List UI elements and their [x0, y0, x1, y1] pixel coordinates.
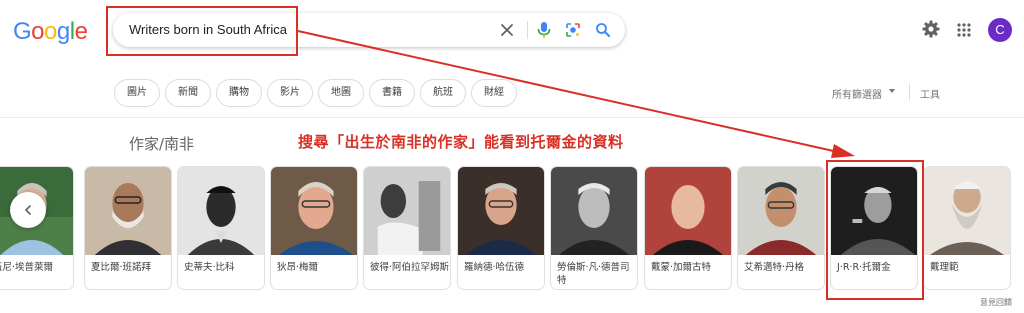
chip-shopping[interactable]: 購物: [216, 79, 262, 107]
chip-flights[interactable]: 航班: [420, 79, 466, 107]
person-card[interactable]: 狄昂·梅爾: [270, 166, 358, 290]
person-name: 艾希邁特·丹格: [744, 262, 805, 273]
person-name: 戴理範: [930, 262, 959, 273]
search-divider: [527, 21, 528, 39]
person-name: 羅納德·哈伍德: [464, 262, 525, 273]
person-photo: [178, 167, 264, 255]
person-card[interactable]: 史蒂夫·比科: [177, 166, 265, 290]
chip-videos[interactable]: 影片: [267, 79, 313, 107]
person-card[interactable]: 彼得·阿伯拉罕姆斯: [363, 166, 451, 290]
tools-divider: [909, 84, 910, 100]
tools-button[interactable]: 工具: [920, 86, 940, 101]
person-card[interactable]: 羅納德·哈伍德: [457, 166, 545, 290]
person-name: 狄昂·梅爾: [277, 262, 319, 273]
annotation-box-tolkien: [826, 160, 924, 300]
person-name: 伍尼·埃普萊爾: [0, 262, 54, 273]
account-avatar[interactable]: C: [988, 18, 1012, 42]
person-name: 史蒂夫·比科: [184, 262, 235, 273]
camera-lens-icon[interactable]: [564, 21, 582, 39]
person-photo: [645, 167, 731, 255]
person-card[interactable]: 戴理範: [923, 166, 1011, 290]
apps-grid-icon[interactable]: [957, 22, 971, 41]
carousel-title: 作家/南非: [129, 135, 195, 153]
person-photo: [458, 167, 544, 255]
person-card[interactable]: 勞倫斯·凡·德普司特: [550, 166, 638, 290]
person-name: 戴蒙·加爾古特: [651, 262, 712, 273]
person-name: 勞倫斯·凡·德普司特: [557, 262, 630, 286]
search-filter-chips: 圖片 新聞 購物 影片 地圖 書籍 航班 財經: [114, 79, 517, 107]
person-card[interactable]: 戴蒙·加爾古特: [644, 166, 732, 290]
chip-books[interactable]: 書籍: [369, 79, 415, 107]
microphone-icon[interactable]: [535, 21, 553, 39]
carousel-prev-button[interactable]: [10, 192, 46, 228]
person-photo: [85, 167, 171, 255]
annotation-caption: 搜尋「出生於南非的作家」能看到托爾金的資料: [298, 133, 624, 151]
chevron-left-icon: [24, 205, 31, 215]
person-name: 夏比爾·班諾拜: [91, 262, 152, 273]
chip-maps[interactable]: 地圖: [318, 79, 364, 107]
person-name: 彼得·阿伯拉罕姆斯: [370, 262, 450, 273]
person-card[interactable]: 夏比爾·班諾拜: [84, 166, 172, 290]
search-icon[interactable]: [594, 21, 612, 39]
person-photo: [271, 167, 357, 255]
person-photo: [924, 167, 1010, 255]
all-filters-button[interactable]: 所有篩選器: [832, 86, 882, 101]
chevron-down-icon: [889, 89, 895, 93]
chip-finance[interactable]: 財經: [471, 79, 517, 107]
person-photo: [738, 167, 824, 255]
annotation-box-search: [106, 6, 298, 56]
chip-images[interactable]: 圖片: [114, 79, 160, 107]
person-photo: [364, 167, 450, 255]
chip-news[interactable]: 新聞: [165, 79, 211, 107]
header-divider: [0, 117, 1024, 118]
person-card[interactable]: 伍尼·埃普萊爾: [0, 166, 74, 290]
gear-icon[interactable]: [922, 20, 940, 42]
close-icon[interactable]: [498, 21, 516, 39]
person-card[interactable]: 艾希邁特·丹格: [737, 166, 825, 290]
person-photo: [551, 167, 637, 255]
feedback-link[interactable]: 意見回饋: [980, 297, 1012, 308]
google-logo[interactable]: Google: [13, 18, 88, 46]
